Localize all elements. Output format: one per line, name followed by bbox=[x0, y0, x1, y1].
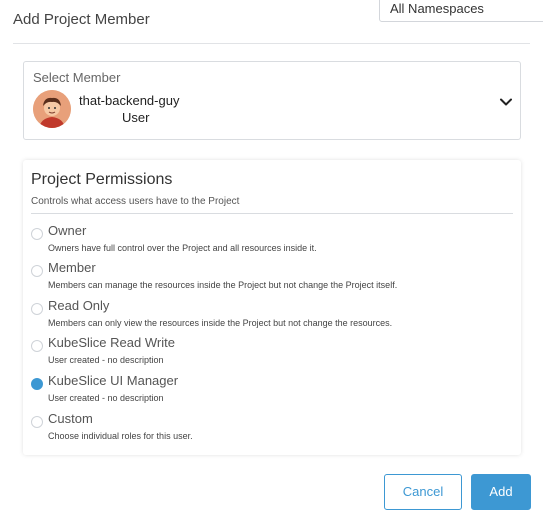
permission-option-owner[interactable]: Owner Owners have full control over the … bbox=[31, 223, 501, 257]
radio-kubeslice-ui-manager[interactable] bbox=[31, 378, 43, 390]
add-button[interactable]: Add bbox=[471, 474, 531, 510]
permission-description: Owners have full control over the Projec… bbox=[48, 243, 317, 253]
title-divider bbox=[13, 43, 530, 44]
permission-option-custom[interactable]: Custom Choose individual roles for this … bbox=[31, 411, 501, 445]
select-member-dropdown[interactable]: Select Member that-backend-guy User bbox=[23, 61, 521, 140]
permission-label: Read Only bbox=[48, 298, 110, 313]
project-permissions-card: Project Permissions Controls what access… bbox=[23, 160, 521, 455]
dialog-title: Add Project Member bbox=[13, 11, 150, 28]
selected-member-role: User bbox=[122, 110, 150, 125]
permission-label: Custom bbox=[48, 411, 93, 426]
permission-option-read-only[interactable]: Read Only Members can only view the reso… bbox=[31, 298, 501, 332]
radio-custom[interactable] bbox=[31, 416, 43, 428]
permission-label: KubeSlice Read Write bbox=[48, 335, 175, 350]
cancel-button[interactable]: Cancel bbox=[384, 474, 462, 510]
permission-label: Owner bbox=[48, 223, 87, 238]
radio-owner[interactable] bbox=[31, 228, 43, 240]
permission-description: User created - no description bbox=[48, 393, 164, 403]
permission-description: Choose individual roles for this user. bbox=[48, 431, 193, 441]
permission-option-kubeslice-read-write[interactable]: KubeSlice Read Write User created - no d… bbox=[31, 335, 501, 369]
radio-kubeslice-read-write[interactable] bbox=[31, 340, 43, 352]
radio-read-only[interactable] bbox=[31, 303, 43, 315]
user-avatar-icon bbox=[33, 90, 71, 128]
selected-member-name: that-backend-guy bbox=[79, 93, 180, 108]
permission-label: Member bbox=[48, 260, 96, 275]
radio-member[interactable] bbox=[31, 265, 43, 277]
permission-option-kubeslice-ui-manager[interactable]: KubeSlice UI Manager User created - no d… bbox=[31, 373, 501, 407]
chevron-down-icon[interactable] bbox=[498, 94, 514, 110]
permissions-divider bbox=[31, 213, 513, 214]
select-member-label: Select Member bbox=[33, 70, 121, 85]
permission-description: Members can manage the resources inside … bbox=[48, 280, 398, 290]
permissions-title: Project Permissions bbox=[31, 171, 173, 188]
add-project-member-dialog: Add Project Member Select Member that-ba… bbox=[0, 0, 543, 522]
permissions-subtitle: Controls what access users have to the P… bbox=[31, 196, 240, 207]
avatar bbox=[33, 90, 71, 128]
permission-description: Members can only view the resources insi… bbox=[48, 318, 393, 328]
permission-option-member[interactable]: Member Members can manage the resources … bbox=[31, 260, 501, 294]
permission-description: User created - no description bbox=[48, 355, 164, 365]
permission-label: KubeSlice UI Manager bbox=[48, 373, 179, 388]
